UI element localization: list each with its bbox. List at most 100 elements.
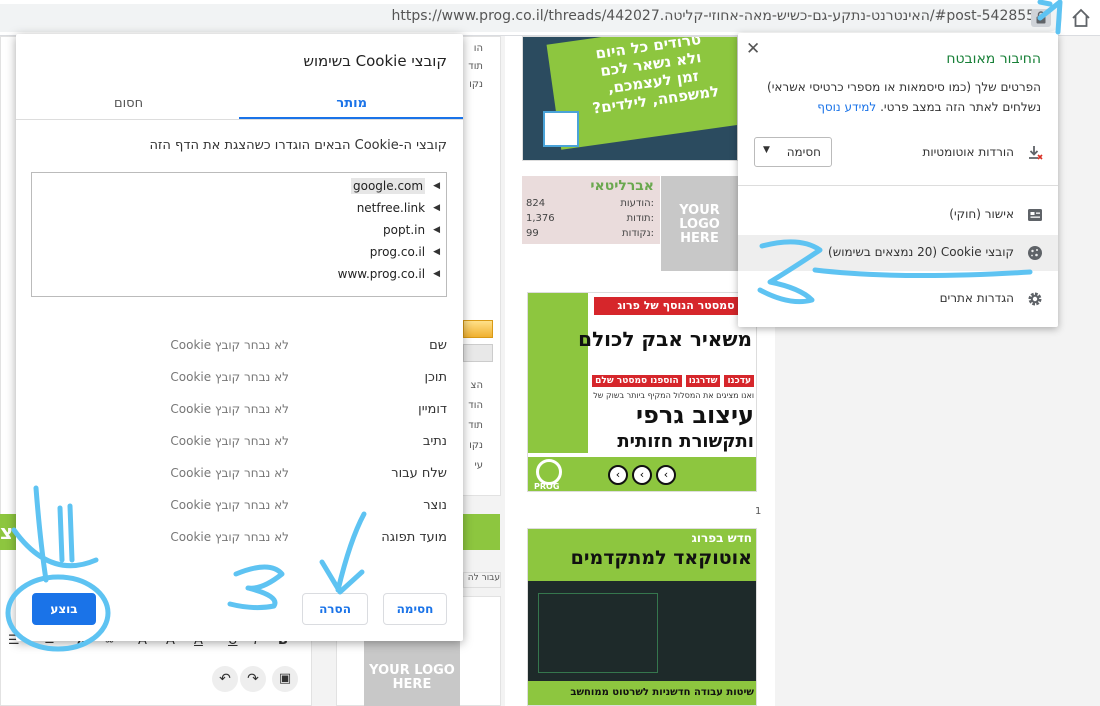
field-label-send-for: שלח עבור — [391, 466, 447, 481]
site-row[interactable]: ◀ prog.co.il — [370, 241, 440, 263]
left-green-text: צ — [0, 520, 14, 544]
ad-middle-big1: עיצוב גרפי — [636, 401, 754, 429]
ad-middle-headline: משאיר אבק לכולם — [578, 327, 752, 351]
gear-icon — [1026, 290, 1044, 308]
expand-icon[interactable]: ◀ — [433, 181, 440, 191]
ad-bottom-footer-text: שיטות עבודה חדשניות לשרטוט ממוחשב — [570, 687, 754, 698]
ad-next2-icon[interactable]: ‹ — [656, 465, 676, 485]
field-value-content: לא נבחר קובץ Cookie — [170, 370, 289, 384]
snippet-8: עי — [474, 460, 484, 471]
field-label-path: נתיב — [422, 434, 447, 449]
ad-bottom-footer: שיטות עבודה חדשניות לשרטוט ממוחשב — [528, 681, 756, 705]
stats-row: 99 נקודות: — [526, 226, 654, 241]
remove-button[interactable]: הסרה — [302, 593, 368, 625]
snippet-6: תוד — [468, 420, 483, 431]
page-number: 1 — [755, 506, 762, 517]
stat-value: 824 — [526, 198, 546, 209]
description-text: הפרטים שלך (כמו סיסמאות או מספרי כרטיסי … — [767, 80, 1041, 114]
site-row[interactable]: ◀ netfree.link — [357, 197, 440, 219]
expand-icon[interactable]: ◀ — [433, 269, 440, 279]
username[interactable]: אברליטאי — [590, 178, 654, 194]
block-button[interactable]: חסימה — [383, 593, 447, 625]
done-button[interactable]: בוצע — [32, 593, 96, 625]
site-name: prog.co.il — [369, 245, 426, 259]
certificate-icon — [1026, 206, 1044, 224]
stat-label: נקודות: — [622, 228, 654, 239]
ad-middle-tags: עדכנו שדרגנו הוספנו סמסטר שלם — [568, 375, 754, 387]
ad-middle-brand: PROG — [534, 482, 560, 491]
dropdown-arrow-icon: ▼ — [763, 145, 770, 155]
ad-middle[interactable]: סמסטר הנוסף של פרוג משאיר אבק לכולם עדכנ… — [527, 292, 757, 492]
home-icon[interactable] — [1068, 6, 1094, 30]
field-label-content: תוכן — [424, 370, 447, 385]
field-label-created: נוצר — [423, 498, 447, 513]
learn-more-link[interactable]: למידע נוסף — [817, 100, 876, 114]
gray-button[interactable] — [463, 344, 493, 362]
snippet-5: הוד — [468, 400, 483, 411]
url-text[interactable]: https://www.prog.co.il/threads/442027.הא… — [391, 8, 1044, 24]
ad-middle-header: סמסטר הנוסף של פרוג — [594, 297, 756, 315]
expand-icon[interactable]: ◀ — [433, 203, 440, 213]
ad-tag: עדכנו — [724, 375, 754, 387]
logo-placeholder: YOUR LOGO HERE — [661, 176, 738, 271]
tab-blocked[interactable]: חסום — [114, 96, 143, 111]
expand-icon[interactable]: ◀ — [433, 225, 440, 235]
ad-middle-big2: ותקשורת חזותית — [617, 431, 754, 452]
field-value-created: לא נבחר קובץ Cookie — [170, 498, 289, 512]
save-draft-icon[interactable]: ▣ — [272, 666, 298, 692]
stats-row: 1,376 תודות: — [526, 211, 654, 226]
blueprint-image — [538, 593, 658, 673]
ad-top[interactable]: טרודים כל היום ולא נשאר לכם זמן לעצמכם, … — [522, 36, 738, 161]
stats-row: 824 הודעות: — [526, 196, 654, 211]
cookie-site-list[interactable]: ◀ google.com ◀ netfree.link ◀ popt.in ◀ prog… — [31, 172, 447, 297]
connection-description: הפרטים שלך (כמו סיסמאות או מספרי כרטיסי … — [751, 77, 1041, 117]
field-label-domain: דומיין — [418, 402, 447, 417]
close-icon[interactable]: ✕ — [746, 39, 760, 59]
left-snippets-mid: הצ הוד תוד נקו עי — [463, 376, 483, 476]
left-green-bar-right — [463, 514, 500, 550]
snippet-3: נקו — [469, 79, 483, 90]
site-row[interactable]: ◀ www.prog.co.il — [338, 263, 440, 285]
ad-bottom-top: חדש בפרוג — [691, 531, 753, 545]
tab-allowed[interactable]: מותר — [336, 96, 367, 111]
ad-next-icon[interactable]: ‹ — [632, 465, 652, 485]
popup-divider — [738, 185, 1058, 186]
site-row[interactable]: ◀ google.com — [351, 175, 440, 197]
field-value-expires: לא נבחר קובץ Cookie — [170, 530, 289, 544]
cookie-icon — [1026, 244, 1044, 262]
ad-middle-small: ואנו מציגים את המסלול המקיף ביותר בשוק ש… — [593, 391, 754, 400]
redo-icon[interactable]: ↷ — [240, 666, 266, 692]
dialog-title: קובצי Cookie בשימוש — [303, 52, 447, 70]
tab-divider — [16, 119, 463, 120]
field-value-send-for: לא נבחר קובץ Cookie — [170, 466, 289, 480]
orange-button[interactable] — [463, 320, 493, 338]
ad-bottom[interactable]: חדש בפרוג אוטוקאד למתקדמים שיטות עבודה ח… — [527, 528, 757, 706]
certificate-row[interactable]: אישור (חוקי) — [738, 197, 1058, 233]
site-settings-row[interactable]: הגדרות אתרים — [738, 281, 1058, 317]
cookies-row[interactable]: קובצי Cookie (20 נמצאים בשימוש) — [738, 235, 1058, 271]
goto-box[interactable]: עבור לה — [463, 572, 501, 588]
ad-tag: הוספנו סמסטר שלם — [592, 375, 682, 387]
site-row[interactable]: ◀ popt.in — [383, 219, 440, 241]
undo-icon[interactable]: ↶ — [212, 666, 238, 692]
stat-label: תודות: — [626, 213, 654, 224]
ad-middle-footer: PROG ‹ ‹ ‹ — [528, 457, 756, 491]
connection-status: החיבור מאובטח — [946, 51, 1041, 67]
cookies-label: קובצי Cookie (20 נמצאים בשימוש) — [828, 245, 1014, 259]
ad-prev-icon[interactable]: ‹ — [608, 465, 628, 485]
certificate-label: אישור (חוקי) — [949, 207, 1014, 221]
editor-toolbar-2: ↶ ↷ ▣ — [210, 666, 300, 692]
expand-icon[interactable]: ◀ — [433, 247, 440, 257]
dialog-description: קובצי ה-Cookie הבאים הוגדרו כשהצגת את הד… — [149, 138, 447, 153]
field-value-path: לא נבחר קובץ Cookie — [170, 434, 289, 448]
cookie-dialog: קובצי Cookie בשימוש מותר חסום קובצי ה-Co… — [16, 34, 463, 641]
ad-middle-green — [528, 293, 588, 453]
snippet-4: הצ — [470, 380, 483, 391]
snippet-7: נקו — [469, 440, 483, 451]
ad-tag: שדרגנו — [685, 375, 721, 387]
snippet-1: הו — [473, 43, 483, 54]
lock-icon[interactable] — [1030, 8, 1052, 28]
browser-toolbar: https://www.prog.co.il/threads/442027.הא… — [0, 0, 1100, 36]
stat-value: 99 — [526, 228, 539, 239]
downloads-select[interactable]: חסימה ▼ — [754, 137, 832, 167]
